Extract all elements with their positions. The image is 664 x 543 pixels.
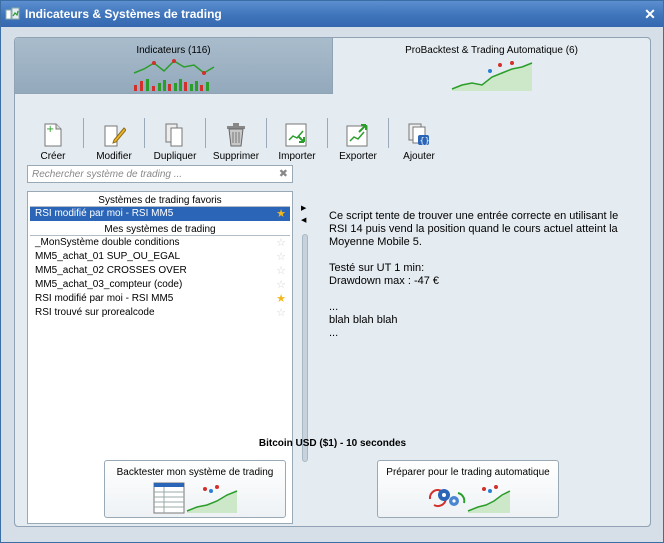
my-systems-header: Mes systèmes de trading bbox=[30, 223, 290, 236]
list-item-label: RSI trouvé sur prorealcode bbox=[35, 307, 155, 318]
clear-icon[interactable]: ✖ bbox=[279, 167, 288, 180]
description-text: ... bbox=[329, 327, 339, 339]
star-icon[interactable]: ★ bbox=[276, 292, 286, 306]
backtest-button[interactable]: Backtester mon système de trading bbox=[104, 460, 286, 518]
list-item[interactable]: RSI modifié par moi - RSI MM5 ★ bbox=[30, 292, 290, 306]
scrollbar[interactable] bbox=[302, 234, 308, 462]
star-icon[interactable]: ☆ bbox=[276, 250, 286, 264]
duplicate-icon bbox=[165, 123, 183, 147]
list-item[interactable]: RSI trouvé sur prorealcode ☆ bbox=[30, 306, 290, 320]
close-icon[interactable]: ✕ bbox=[641, 5, 659, 23]
list-item[interactable]: MM5_achat_02 CROSSES OVER ☆ bbox=[30, 264, 290, 278]
backtest-report-icon bbox=[153, 482, 238, 514]
edit-label: Modifier bbox=[96, 151, 132, 162]
title-bar: Indicateurs & Systèmes de trading ✕ bbox=[1, 1, 663, 27]
main-window: Indicateurs & Systèmes de trading ✕ Indi… bbox=[0, 0, 664, 543]
star-icon[interactable]: ☆ bbox=[276, 236, 286, 250]
list-item[interactable]: MM5_achat_01 SUP_OU_EGAL ☆ bbox=[30, 250, 290, 264]
window-title: Indicateurs & Systèmes de trading bbox=[25, 7, 222, 21]
description-text: blah blah blah bbox=[329, 314, 398, 326]
backtest-chart-icon bbox=[451, 61, 532, 91]
tab-container: Indicateurs (116) ProBacktest & Trading … bbox=[14, 37, 651, 527]
prepare-automatic-button[interactable]: Préparer pour le trading automatique bbox=[377, 460, 559, 518]
import-icon bbox=[285, 123, 307, 147]
list-item[interactable]: _MonSystème double conditions ☆ bbox=[30, 236, 290, 250]
backtest-label: Backtester mon système de trading bbox=[116, 467, 274, 478]
add-button[interactable]: {} Ajouter bbox=[389, 114, 449, 162]
svg-text:{}: {} bbox=[420, 136, 430, 145]
list-item[interactable]: MM5_achat_03_compteur (code) ☆ bbox=[30, 278, 290, 292]
indicator-chart-icon bbox=[133, 59, 214, 91]
delete-button[interactable]: Supprimer bbox=[206, 114, 266, 162]
list-item-label: _MonSystème double conditions bbox=[35, 237, 180, 248]
description-text: ... bbox=[329, 301, 339, 313]
probacktest-panel: + Créer Modifier Dupliquer Supprimer Imp… bbox=[15, 94, 650, 526]
new-document-icon: + bbox=[44, 123, 62, 147]
list-item-label: MM5_achat_01 SUP_OU_EGAL bbox=[35, 251, 181, 262]
edit-button[interactable]: Modifier bbox=[84, 114, 144, 162]
chart-app-icon bbox=[5, 7, 21, 21]
duplicate-button[interactable]: Dupliquer bbox=[145, 114, 205, 162]
list-item-label: RSI modifié par moi - RSI MM5 bbox=[35, 208, 174, 219]
edit-icon bbox=[104, 125, 126, 147]
instrument-label: Bitcoin USD ($1) - 10 secondes bbox=[258, 438, 407, 449]
panel-splitter[interactable]: ▶ ◀ bbox=[301, 204, 309, 532]
list-item-label: RSI modifié par moi - RSI MM5 bbox=[35, 293, 174, 304]
star-icon[interactable]: ☆ bbox=[276, 306, 286, 320]
export-label: Exporter bbox=[339, 151, 377, 162]
export-icon bbox=[346, 124, 368, 147]
export-button[interactable]: Exporter bbox=[328, 114, 388, 162]
tab-probacktest[interactable]: ProBacktest & Trading Automatique (6) bbox=[333, 38, 650, 94]
create-button[interactable]: + Créer bbox=[23, 114, 83, 162]
search-placeholder: Rechercher système de trading ... bbox=[32, 168, 183, 180]
delete-label: Supprimer bbox=[212, 151, 260, 162]
description-text: Drawdown max : -47 € bbox=[329, 275, 440, 287]
tab-indicators[interactable]: Indicateurs (116) bbox=[15, 38, 333, 94]
star-icon[interactable]: ★ bbox=[276, 207, 286, 221]
favorites-header: Systèmes de trading favoris bbox=[30, 194, 290, 207]
arrow-left-icon[interactable]: ◀ bbox=[301, 216, 306, 224]
duplicate-label: Dupliquer bbox=[153, 151, 197, 162]
import-button[interactable]: Importer bbox=[267, 114, 327, 162]
automatic-trading-icon bbox=[428, 485, 511, 513]
add-icon: {} bbox=[408, 123, 430, 145]
list-item-label: MM5_achat_02 CROSSES OVER bbox=[35, 265, 187, 276]
prepare-automatic-label: Préparer pour le trading automatique bbox=[386, 467, 550, 478]
add-label: Ajouter bbox=[403, 151, 435, 162]
star-icon[interactable]: ☆ bbox=[276, 278, 286, 292]
arrow-right-icon[interactable]: ▶ bbox=[301, 204, 306, 212]
import-label: Importer bbox=[278, 151, 316, 162]
search-input[interactable]: Rechercher système de trading ... ✖ bbox=[27, 165, 293, 183]
system-description: Ce script tente de trouver une entrée co… bbox=[329, 210, 629, 340]
create-label: Créer bbox=[40, 151, 66, 162]
toolbar: + Créer Modifier Dupliquer Supprimer Imp… bbox=[23, 114, 449, 162]
description-text: Testé sur UT 1 min: bbox=[329, 262, 425, 274]
description-text: Ce script tente de trouver une entrée co… bbox=[329, 210, 622, 248]
list-item[interactable]: RSI modifié par moi - RSI MM5 ★ bbox=[30, 207, 290, 221]
list-item-label: MM5_achat_03_compteur (code) bbox=[35, 279, 183, 290]
star-icon[interactable]: ☆ bbox=[276, 264, 286, 278]
svg-text:+: + bbox=[46, 124, 54, 135]
trash-icon bbox=[227, 123, 245, 147]
